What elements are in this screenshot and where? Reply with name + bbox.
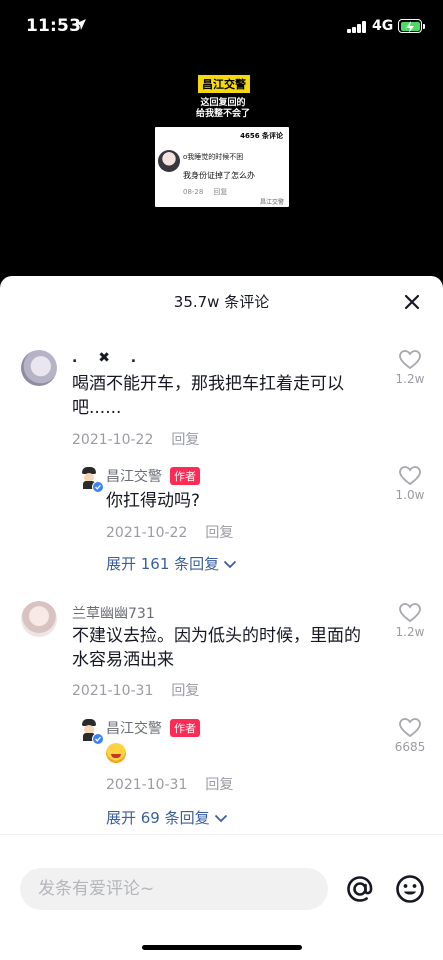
expand-replies-label: 展开 161 条回复 (106, 555, 220, 573)
comment-date: 2021-10-22 (72, 432, 154, 448)
author-badge: 作者 (170, 467, 200, 485)
location-arrow-icon (75, 19, 86, 30)
status-bar: 11:53 4G (0, 0, 443, 54)
verified-badge-icon (92, 733, 104, 745)
reply-meta: 2021-10-22 回复 (106, 522, 233, 542)
reply-date: 2021-10-31 (106, 777, 188, 793)
battery-icon (398, 19, 422, 33)
video-card-footer: 08-28 回复 (183, 187, 227, 197)
avatar[interactable] (21, 601, 57, 637)
comment-meta: 2021-10-31 回复 (72, 680, 199, 700)
comment-username[interactable]: . ✖ . (72, 350, 144, 366)
battery-cap (423, 24, 425, 29)
expand-replies-button[interactable]: 展开 69 条回复 (106, 807, 228, 828)
verified-badge-icon (92, 481, 104, 493)
reply-text: 你扛得动吗? (106, 491, 201, 511)
video-caption-line2: 给我整不会了 (195, 109, 250, 119)
video-caption-line1: 这回复回的 (200, 98, 246, 108)
comment-text-line2: 水容易洒出来 (72, 650, 174, 670)
like-button[interactable]: 1.2w (390, 350, 430, 386)
comment-username[interactable]: 兰草幽幽731 (72, 603, 155, 623)
like-button[interactable]: 1.0w (390, 466, 430, 502)
video-comment-card: 4656 条评论 o我睡觉的时候不困 我身份证掉了怎么办 08-28 回复 昌江交… (155, 127, 289, 207)
reply-date: 2021-10-22 (106, 525, 188, 541)
comment-meta: 2021-10-22 回复 (72, 429, 199, 449)
video-caption: 这回复回的 给我整不会了 (188, 98, 258, 120)
comment-text: 不建议去捡。因为低头的时候，里面的 水容易洒出来 (72, 624, 361, 672)
heart-icon (399, 466, 421, 486)
reply-username[interactable]: 昌江交警 作者 (106, 466, 200, 486)
like-count: 1.0w (395, 488, 425, 502)
like-count: 1.2w (395, 625, 425, 639)
at-icon[interactable] (344, 873, 376, 905)
comment-input[interactable] (20, 868, 328, 910)
expand-replies-label: 展开 69 条回复 (106, 809, 210, 827)
network-label: 4G (372, 18, 394, 34)
comment-text-line1: 不建议去捡。因为低头的时候，里面的 (72, 626, 361, 646)
video-card-line1: o我睡觉的时候不困 (183, 153, 244, 161)
reply-username-text: 昌江交警 (106, 721, 162, 737)
status-time: 11:53 (26, 16, 82, 36)
expand-replies-button[interactable]: 展开 161 条回复 (106, 553, 237, 574)
home-indicator (142, 945, 302, 950)
video-badge: 昌江交警 (198, 75, 250, 93)
avatar[interactable] (21, 350, 57, 386)
reply-avatar[interactable] (76, 717, 104, 745)
comment-text-line2: 吧...... (72, 398, 122, 418)
like-count: 1.2w (395, 372, 425, 386)
emoji-icon[interactable] (394, 873, 426, 905)
reply-meta: 2021-10-31 回复 (106, 774, 233, 794)
laughing-emoji-icon (106, 743, 126, 763)
reply-button[interactable]: 回复 (205, 777, 233, 793)
video-card-avatar (158, 150, 180, 172)
video-card-brand: 昌江交警 (259, 199, 284, 206)
close-icon[interactable] (402, 292, 422, 312)
comment-text: 喝酒不能开车，那我把车扛着走可以 吧...... (72, 372, 344, 420)
author-badge: 作者 (170, 719, 200, 737)
heart-icon (399, 603, 421, 623)
video-preview[interactable]: 昌江交警 这回复回的 给我整不会了 4656 条评论 o我睡觉的时候不困 我身份… (0, 54, 443, 276)
reply-avatar[interactable] (76, 465, 104, 493)
video-card-date: 08-28 (183, 188, 204, 196)
reply-button[interactable]: 回复 (205, 525, 233, 541)
comment-date: 2021-10-31 (72, 683, 154, 699)
heart-icon (399, 718, 421, 738)
like-count: 6685 (394, 740, 426, 754)
reply-button[interactable]: 回复 (171, 432, 199, 448)
heart-icon (399, 350, 421, 370)
chevron-down-icon (224, 560, 237, 569)
reply-username[interactable]: 昌江交警 作者 (106, 718, 200, 738)
signal-icon (347, 21, 367, 33)
video-card-count: 4656 条评论 (240, 132, 283, 140)
like-button[interactable]: 6685 (390, 718, 430, 754)
comment-count-title: 35.7w 条评论 (173, 293, 270, 311)
video-card-reply: 回复 (213, 188, 228, 196)
like-button[interactable]: 1.2w (390, 603, 430, 639)
comment-text-line1: 喝酒不能开车，那我把车扛着走可以 (72, 374, 344, 394)
reply-button[interactable]: 回复 (171, 683, 199, 699)
video-card-line2: 我身份证掉了怎么办 (183, 171, 255, 180)
comment-input-bar (0, 834, 443, 960)
reply-username-text: 昌江交警 (106, 469, 162, 485)
chevron-down-icon (214, 814, 227, 823)
